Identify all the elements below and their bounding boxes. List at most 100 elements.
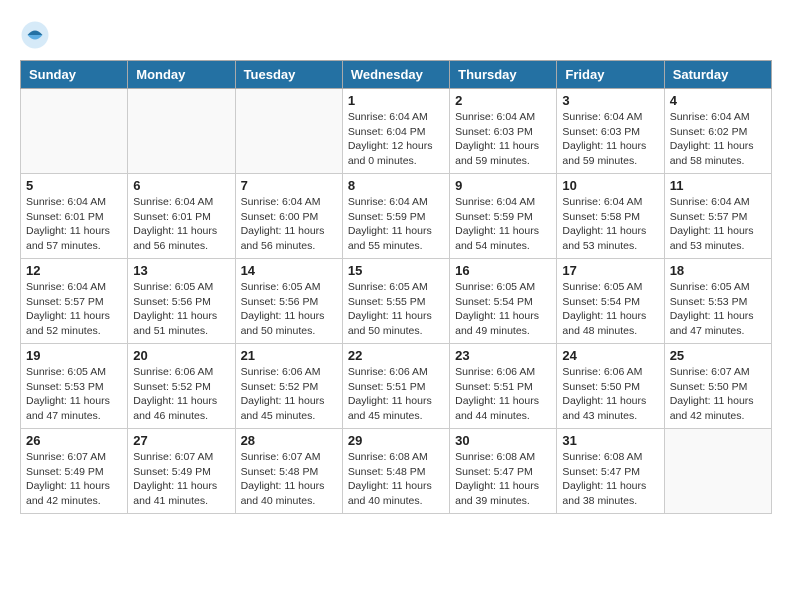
calendar-week-row: 26 Sunrise: 6:07 AM Sunset: 5:49 PM Dayli… (21, 429, 772, 514)
day-info: Sunrise: 6:04 AM Sunset: 5:59 PM Dayligh… (348, 195, 444, 254)
calendar-cell: 28Sunrise: 6:07 AM Sunset: 5:48 PM Dayli… (235, 429, 342, 514)
day-number: 16 (455, 263, 551, 278)
calendar-week-row: 19Sunrise: 6:05 AM Sunset: 5:53 PM Dayli… (21, 344, 772, 429)
day-info: Sunrise: 6:05 AM Sunset: 5:56 PM Dayligh… (133, 280, 229, 339)
day-number: 26 (26, 433, 122, 448)
calendar-cell: 13 Sunrise: 6:05 AM Sunset: 5:56 PM Dayli… (128, 259, 235, 344)
calendar-cell: 25 Sunrise: 6:07 AM Sunset: 5:50 PM Dayli… (664, 344, 771, 429)
page: SundayMondayTuesdayWednesdayThursdayFrid… (0, 0, 792, 524)
calendar-cell: 14 Sunrise: 6:05 AM Sunset: 5:56 PM Dayli… (235, 259, 342, 344)
day-info: Sunrise: 6:05 AM Sunset: 5:56 PM Dayligh… (241, 280, 337, 339)
calendar-day-header: Sunday (21, 61, 128, 89)
calendar-cell: 18 Sunrise: 6:05 AM Sunset: 5:53 PM Dayli… (664, 259, 771, 344)
calendar-cell: 20Sunrise: 6:06 AM Sunset: 5:52 PM Dayli… (128, 344, 235, 429)
calendar-cell: 7Sunrise: 6:04 AM Sunset: 6:00 PM Daylig… (235, 174, 342, 259)
calendar-week-row: 1 Sunrise: 6:04 AM Sunset: 6:04 PM Daylig… (21, 89, 772, 174)
day-number: 3 (562, 93, 658, 108)
calendar-day-header: Thursday (450, 61, 557, 89)
day-info: Sunrise: 6:07 AM Sunset: 5:48 PM Dayligh… (241, 450, 337, 509)
calendar-cell: 22Sunrise: 6:06 AM Sunset: 5:51 PM Dayli… (342, 344, 449, 429)
day-number: 21 (241, 348, 337, 363)
day-number: 29 (348, 433, 444, 448)
day-info: Sunrise: 6:05 AM Sunset: 5:53 PM Dayligh… (670, 280, 766, 339)
day-info: Sunrise: 6:08 AM Sunset: 5:47 PM Dayligh… (455, 450, 551, 509)
day-number: 18 (670, 263, 766, 278)
day-info: Sunrise: 6:04 AM Sunset: 5:59 PM Dayligh… (455, 195, 551, 254)
calendar-cell: 16 Sunrise: 6:05 AM Sunset: 5:54 PM Dayli… (450, 259, 557, 344)
calendar-cell: 10 Sunrise: 6:04 AM Sunset: 5:58 PM Dayli… (557, 174, 664, 259)
calendar-header-row: SundayMondayTuesdayWednesdayThursdayFrid… (21, 61, 772, 89)
logo (20, 20, 54, 50)
day-info: Sunrise: 6:08 AM Sunset: 5:48 PM Dayligh… (348, 450, 444, 509)
day-info: Sunrise: 6:04 AM Sunset: 6:04 PM Dayligh… (348, 110, 444, 169)
calendar-cell: 17 Sunrise: 6:05 AM Sunset: 5:54 PM Dayli… (557, 259, 664, 344)
day-info: Sunrise: 6:04 AM Sunset: 5:57 PM Dayligh… (26, 280, 122, 339)
calendar-day-header: Saturday (664, 61, 771, 89)
calendar-cell: 8 Sunrise: 6:04 AM Sunset: 5:59 PM Daylig… (342, 174, 449, 259)
day-number: 5 (26, 178, 122, 193)
day-number: 17 (562, 263, 658, 278)
calendar-day-header: Wednesday (342, 61, 449, 89)
day-number: 2 (455, 93, 551, 108)
day-info: Sunrise: 6:04 AM Sunset: 6:01 PM Dayligh… (133, 195, 229, 254)
calendar-cell: 3 Sunrise: 6:04 AM Sunset: 6:03 PM Daylig… (557, 89, 664, 174)
calendar-day-header: Monday (128, 61, 235, 89)
logo-icon (20, 20, 50, 50)
calendar-cell: 2Sunrise: 6:04 AM Sunset: 6:03 PM Daylig… (450, 89, 557, 174)
day-info: Sunrise: 6:04 AM Sunset: 6:01 PM Dayligh… (26, 195, 122, 254)
calendar-cell: 15 Sunrise: 6:05 AM Sunset: 5:55 PM Dayli… (342, 259, 449, 344)
day-info: Sunrise: 6:04 AM Sunset: 6:02 PM Dayligh… (670, 110, 766, 169)
day-number: 8 (348, 178, 444, 193)
day-info: Sunrise: 6:05 AM Sunset: 5:55 PM Dayligh… (348, 280, 444, 339)
day-number: 25 (670, 348, 766, 363)
day-number: 15 (348, 263, 444, 278)
day-info: Sunrise: 6:05 AM Sunset: 5:54 PM Dayligh… (455, 280, 551, 339)
calendar-cell: 1 Sunrise: 6:04 AM Sunset: 6:04 PM Daylig… (342, 89, 449, 174)
calendar-cell: 30 Sunrise: 6:08 AM Sunset: 5:47 PM Dayli… (450, 429, 557, 514)
day-number: 19 (26, 348, 122, 363)
day-number: 9 (455, 178, 551, 193)
day-number: 7 (241, 178, 337, 193)
day-number: 30 (455, 433, 551, 448)
calendar-cell: 5 Sunrise: 6:04 AM Sunset: 6:01 PM Daylig… (21, 174, 128, 259)
day-info: Sunrise: 6:04 AM Sunset: 5:57 PM Dayligh… (670, 195, 766, 254)
day-info: Sunrise: 6:06 AM Sunset: 5:51 PM Dayligh… (455, 365, 551, 424)
day-number: 10 (562, 178, 658, 193)
calendar-cell: 27 Sunrise: 6:07 AM Sunset: 5:49 PM Dayli… (128, 429, 235, 514)
day-info: Sunrise: 6:04 AM Sunset: 6:03 PM Dayligh… (562, 110, 658, 169)
day-number: 14 (241, 263, 337, 278)
day-number: 13 (133, 263, 229, 278)
day-number: 11 (670, 178, 766, 193)
calendar-cell: 11 Sunrise: 6:04 AM Sunset: 5:57 PM Dayli… (664, 174, 771, 259)
day-number: 20 (133, 348, 229, 363)
calendar-cell: 6 Sunrise: 6:04 AM Sunset: 6:01 PM Daylig… (128, 174, 235, 259)
day-number: 1 (348, 93, 444, 108)
calendar-week-row: 12 Sunrise: 6:04 AM Sunset: 5:57 PM Dayli… (21, 259, 772, 344)
day-number: 24 (562, 348, 658, 363)
day-info: Sunrise: 6:08 AM Sunset: 5:47 PM Dayligh… (562, 450, 658, 509)
calendar-cell (664, 429, 771, 514)
day-info: Sunrise: 6:05 AM Sunset: 5:54 PM Dayligh… (562, 280, 658, 339)
day-info: Sunrise: 6:06 AM Sunset: 5:50 PM Dayligh… (562, 365, 658, 424)
calendar-week-row: 5 Sunrise: 6:04 AM Sunset: 6:01 PM Daylig… (21, 174, 772, 259)
calendar-cell (235, 89, 342, 174)
calendar-day-header: Friday (557, 61, 664, 89)
calendar-cell: 29 Sunrise: 6:08 AM Sunset: 5:48 PM Dayli… (342, 429, 449, 514)
day-number: 4 (670, 93, 766, 108)
day-number: 31 (562, 433, 658, 448)
day-number: 23 (455, 348, 551, 363)
calendar-cell: 26 Sunrise: 6:07 AM Sunset: 5:49 PM Dayli… (21, 429, 128, 514)
day-number: 6 (133, 178, 229, 193)
calendar-cell: 12 Sunrise: 6:04 AM Sunset: 5:57 PM Dayli… (21, 259, 128, 344)
day-number: 27 (133, 433, 229, 448)
day-info: Sunrise: 6:07 AM Sunset: 5:49 PM Dayligh… (133, 450, 229, 509)
day-info: Sunrise: 6:07 AM Sunset: 5:50 PM Dayligh… (670, 365, 766, 424)
day-info: Sunrise: 6:06 AM Sunset: 5:52 PM Dayligh… (241, 365, 337, 424)
header (20, 20, 772, 50)
calendar-cell: 24 Sunrise: 6:06 AM Sunset: 5:50 PM Dayli… (557, 344, 664, 429)
calendar-cell: 23 Sunrise: 6:06 AM Sunset: 5:51 PM Dayli… (450, 344, 557, 429)
day-info: Sunrise: 6:07 AM Sunset: 5:49 PM Dayligh… (26, 450, 122, 509)
day-info: Sunrise: 6:04 AM Sunset: 5:58 PM Dayligh… (562, 195, 658, 254)
calendar-cell: 31 Sunrise: 6:08 AM Sunset: 5:47 PM Dayli… (557, 429, 664, 514)
day-number: 12 (26, 263, 122, 278)
